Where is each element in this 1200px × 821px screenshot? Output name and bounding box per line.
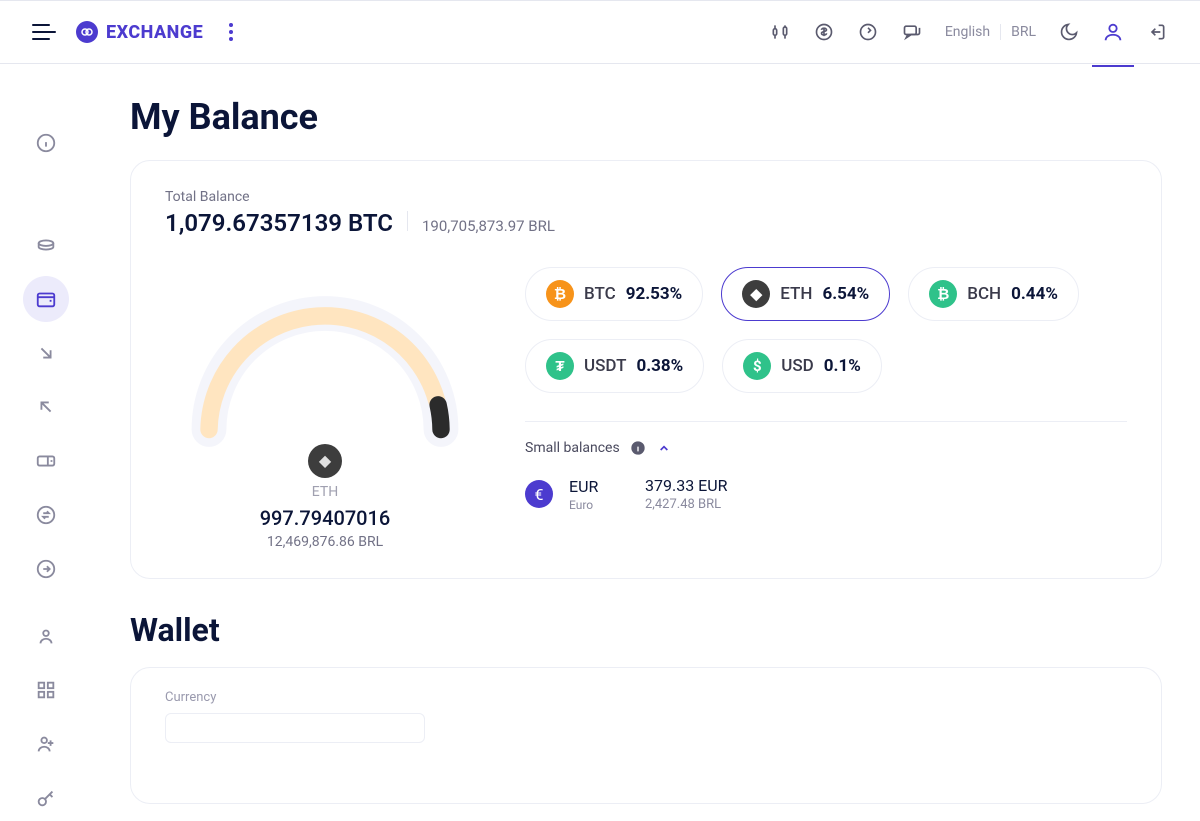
gauge-coin-symbol: ETH xyxy=(165,484,485,500)
small-balance-row[interactable]: € EUR Euro 379.33 EUR 2,427.48 BRL xyxy=(525,476,1127,512)
chip-symbol: BTC xyxy=(584,284,616,304)
gauge-coin-amount: 997.79407016 xyxy=(165,506,485,530)
chip-percent: 0.38% xyxy=(636,356,683,376)
allocation-chip-eth[interactable]: ◆ ETH 6.54% xyxy=(721,267,890,321)
usd-icon: $ xyxy=(743,352,771,380)
wallet-section-title: Wallet xyxy=(130,611,1162,649)
sidebar xyxy=(0,64,92,821)
profile-icon[interactable] xyxy=(1102,29,1124,51)
chip-percent: 0.44% xyxy=(1011,284,1058,304)
sb-name: Euro xyxy=(569,498,629,512)
sidebar-withdraw-icon[interactable] xyxy=(23,384,69,430)
chip-percent: 6.54% xyxy=(822,284,869,304)
brand-icon xyxy=(76,21,98,43)
sidebar-coins-icon[interactable] xyxy=(23,222,69,268)
sidebar-arrow-circle-icon[interactable] xyxy=(23,546,69,592)
wallet-card: Currency xyxy=(130,667,1162,804)
chip-symbol: USDT xyxy=(584,356,626,376)
chat-icon[interactable] xyxy=(901,21,923,43)
chip-symbol: USD xyxy=(781,356,814,376)
sb-fiat: 2,427.48 BRL xyxy=(645,497,727,512)
chip-symbol: ETH xyxy=(780,284,812,304)
total-balance-label: Total Balance xyxy=(165,189,1127,205)
allocation-chip-usd[interactable]: $ USD 0.1% xyxy=(722,339,882,393)
info-icon xyxy=(630,440,646,456)
total-balance-sub: 190,705,873.97 BRL xyxy=(422,217,555,235)
allocation-gauge: ◆ ETH 997.79407016 12,469,876.86 BRL xyxy=(165,267,485,550)
sidebar-referral-icon[interactable] xyxy=(23,721,69,767)
eur-icon: € xyxy=(525,480,553,508)
moon-icon[interactable] xyxy=(1058,21,1080,43)
sidebar-info-icon[interactable] xyxy=(23,120,69,166)
candlestick-icon[interactable] xyxy=(769,21,791,43)
sb-amount: 379.33 EUR xyxy=(645,476,727,495)
eth-icon: ◆ xyxy=(742,280,770,308)
small-balances-list: € EUR Euro 379.33 EUR 2,427.48 BRL xyxy=(525,476,1127,512)
balance-card: Total Balance 1,079.67357139 BTC 190,705… xyxy=(130,160,1162,579)
clock-icon[interactable] xyxy=(857,21,879,43)
chip-symbol: BCH xyxy=(967,284,1001,304)
kebab-menu-button[interactable] xyxy=(229,23,233,41)
usdt-icon: ₮ xyxy=(546,352,574,380)
small-balances-label: Small balances xyxy=(525,440,620,456)
btc-icon: ₿ xyxy=(546,280,574,308)
gauge-coin-fiat: 12,469,876.86 BRL xyxy=(165,534,485,550)
currency-field-label: Currency xyxy=(165,690,1127,705)
page-title: My Balance xyxy=(130,96,1162,138)
allocation-chip-usdt[interactable]: ₮ USDT 0.38% xyxy=(525,339,704,393)
allocation-chips: ₿ BTC 92.53% ◆ ETH 6.54% ₿ BCH 0.44% ₮ USDT… xyxy=(525,267,1127,393)
main-content: My Balance Total Balance 1,079.67357139 … xyxy=(92,64,1200,821)
sidebar-swap-icon[interactable] xyxy=(23,492,69,538)
currency-label: BRL xyxy=(1011,24,1036,40)
sidebar-dashboard-icon[interactable] xyxy=(23,667,69,713)
gauge-coin-icon: ◆ xyxy=(308,444,342,478)
chevron-up-icon xyxy=(656,440,672,456)
chip-percent: 92.53% xyxy=(626,284,683,304)
chip-percent: 0.1% xyxy=(824,356,861,376)
sidebar-user-icon[interactable] xyxy=(23,613,69,659)
currency-select[interactable] xyxy=(165,713,425,743)
allocation-chip-bch[interactable]: ₿ BCH 0.44% xyxy=(908,267,1079,321)
sidebar-deposit-icon[interactable] xyxy=(23,330,69,376)
sb-symbol: EUR xyxy=(569,477,629,496)
brand-logo[interactable]: EXCHANGE xyxy=(76,21,203,43)
small-balances-toggle[interactable]: Small balances xyxy=(525,440,1127,456)
sidebar-key-icon[interactable] xyxy=(23,775,69,821)
logout-icon[interactable] xyxy=(1146,21,1168,43)
coin-icon[interactable] xyxy=(813,21,835,43)
brand-text: EXCHANGE xyxy=(106,22,203,43)
sidebar-wallet-icon[interactable] xyxy=(23,276,69,322)
language-label: English xyxy=(945,24,990,40)
bch-icon: ₿ xyxy=(929,280,957,308)
hamburger-menu-button[interactable] xyxy=(32,20,56,44)
top-header: EXCHANGE English BRL xyxy=(0,0,1200,64)
language-currency-selector[interactable]: English BRL xyxy=(945,24,1036,40)
sidebar-ticket-icon[interactable] xyxy=(23,438,69,484)
total-balance-main: 1,079.67357139 BTC xyxy=(165,209,393,237)
allocation-chip-btc[interactable]: ₿ BTC 92.53% xyxy=(525,267,703,321)
